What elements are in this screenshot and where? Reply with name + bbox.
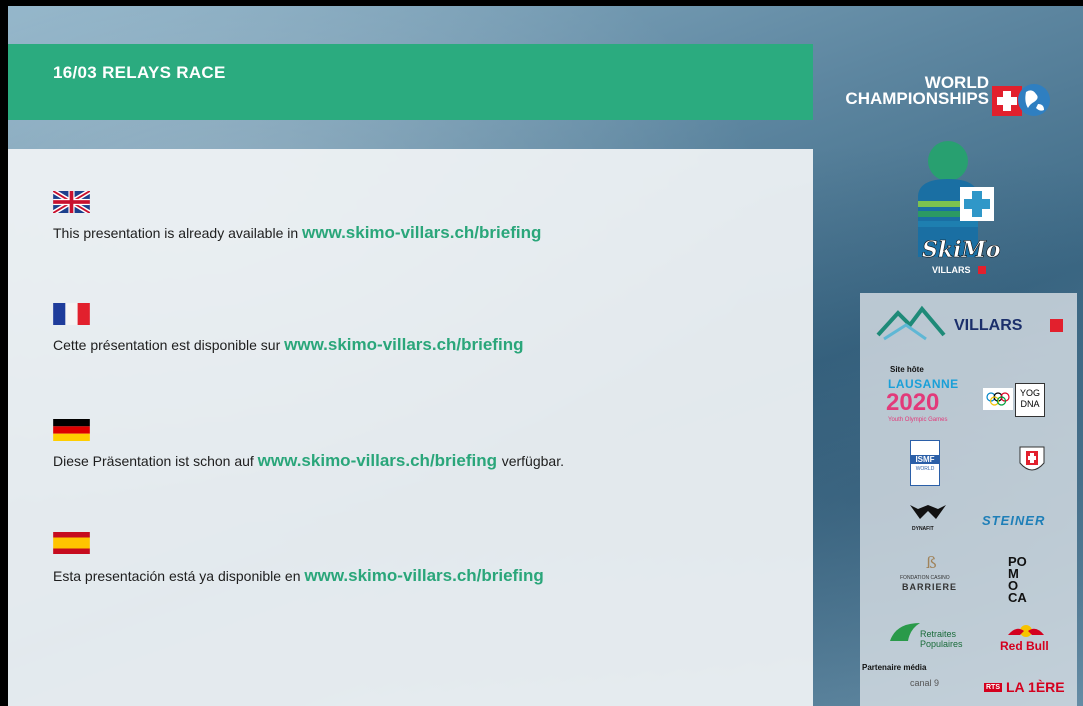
svg-text:VILLARS: VILLARS	[932, 265, 971, 275]
partners-panel: VILLARS Site hôte LAUSANNE 2020 Youth Ol…	[860, 293, 1077, 706]
lang-line-fr: Cette présentation est disponible sur ww…	[53, 335, 523, 355]
lang-suffix: verfügbar.	[501, 453, 564, 469]
barriere-logo: BARRIERE	[902, 582, 958, 592]
la-premiere-logo: LA 1ÈRE	[1006, 679, 1065, 695]
briefing-link[interactable]: www.skimo-villars.ch/briefing	[304, 566, 543, 585]
lang-block-fr: Cette présentation est disponible sur ww…	[53, 303, 523, 355]
redbull-emblem-icon	[1008, 625, 1044, 637]
villars-logo: VILLARS	[954, 317, 1023, 334]
skimo-villars-logo-icon: SkiMo VILLARS	[918, 141, 1001, 275]
barriere-foundation-text: FONDATION CASINO	[900, 575, 950, 581]
villars-mountain-icon	[876, 305, 946, 341]
lang-block-es: Esta presentación está ya disponible en …	[53, 532, 544, 586]
lang-text: Diese Präsentation ist schon auf	[53, 453, 258, 469]
lang-text: Esta presentación está ya disponible en	[53, 568, 305, 584]
swiss-flag-icon	[1050, 319, 1063, 332]
dynafit-text: DYNAFIT	[912, 526, 934, 532]
site-hote-label: Site hôte	[890, 365, 924, 374]
retraites-populaires-logo: Retraites Populaires	[920, 629, 963, 649]
sponsor-column: WORLD CHAMPIONSHIPS SkiMo VILLARS VILLAR…	[813, 0, 1083, 706]
olympic-rings-icon	[983, 388, 1013, 410]
dynafit-logo-icon	[910, 505, 946, 519]
cas-shield-icon	[1019, 446, 1045, 471]
swiss-globe-logo-icon	[992, 84, 1050, 116]
uk-flag-icon	[53, 191, 90, 213]
canal9-logo: canal 9	[910, 678, 940, 688]
lang-text: Cette présentation est disponible sur	[53, 337, 285, 353]
redbull-logo: Red Bull	[1000, 639, 1049, 653]
ismf-world-text: WORLD	[915, 466, 935, 472]
lausanne-2020-logo: 2020	[886, 389, 940, 416]
lang-block-en: This presentation is already available i…	[53, 191, 541, 243]
barriere-emblem: ß	[926, 553, 937, 572]
world-championships-wordmark: WORLD CHAMPIONSHIPS	[819, 74, 989, 108]
steiner-logo: STEINER	[982, 513, 1046, 528]
lang-line-en: This presentation is already available i…	[53, 223, 541, 243]
cas-text: ​	[965, 453, 1015, 459]
briefing-link[interactable]: www.skimo-villars.ch/briefing	[284, 335, 523, 354]
content-panel: This presentation is already available i…	[8, 149, 813, 706]
ismf-text: ISMF	[911, 455, 939, 464]
pomoca-logo: PO MO CA	[1008, 554, 1027, 605]
rts-logo: RTS	[984, 683, 1002, 692]
yog-dna-logo: YOG DNA	[1015, 383, 1045, 417]
left-border	[0, 0, 8, 706]
lang-line-es: Esta presentación está ya disponible en …	[53, 566, 544, 586]
lang-text: This presentation is already available i…	[53, 225, 303, 241]
yog-subtitle: Youth Olympic Games	[888, 417, 948, 423]
spain-flag-icon	[53, 532, 90, 554]
page-title: 16/03 RELAYS RACE	[53, 63, 226, 82]
germany-flag-icon	[53, 419, 90, 441]
briefing-link[interactable]: www.skimo-villars.ch/briefing	[258, 451, 502, 470]
partenaire-media-label: Partenaire média	[862, 663, 927, 672]
lang-block-de: Diese Präsentation ist schon auf www.ski…	[53, 419, 564, 471]
worlds-line2: CHAMPIONSHIPS	[845, 89, 989, 108]
header-band: 16/03 RELAYS RACE	[8, 44, 813, 120]
lang-line-de: Diese Präsentation ist schon auf www.ski…	[53, 451, 564, 471]
slide: 16/03 RELAYS RACE This presentation is a…	[0, 0, 1083, 706]
svg-text:SkiMo: SkiMo	[922, 237, 1001, 263]
briefing-link[interactable]: www.skimo-villars.ch/briefing	[302, 223, 541, 242]
france-flag-icon	[53, 303, 90, 325]
retraites-leaf-icon	[890, 623, 920, 641]
ismf-logo: ISMF WORLD	[910, 440, 940, 486]
